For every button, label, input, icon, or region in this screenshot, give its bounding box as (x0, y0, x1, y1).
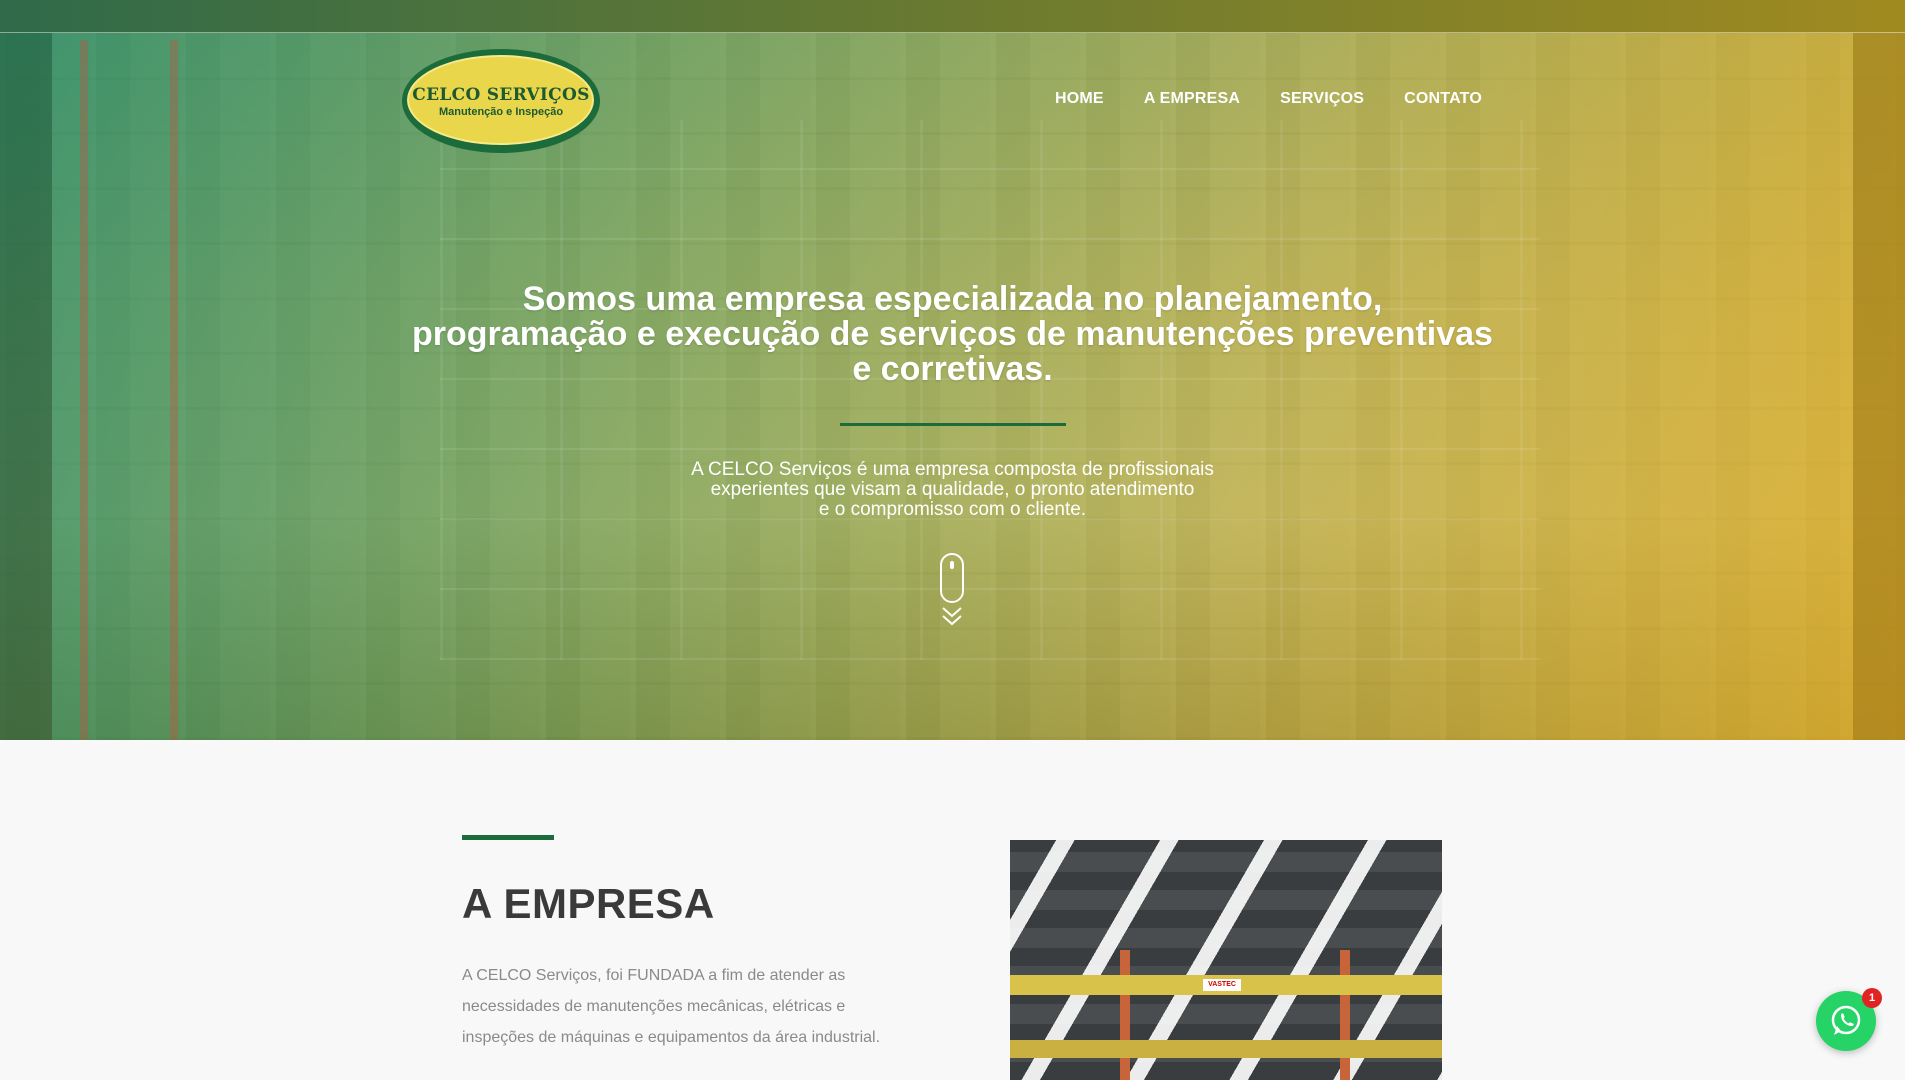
hero-subtitle-line: e o compromisso com o cliente. (818, 499, 1087, 520)
top-bar (0, 0, 1905, 33)
section-text-line: necessidades de manutenções mecânicas, e… (462, 998, 846, 1015)
hero-title-line: e corretivas. (852, 350, 1053, 388)
mouse-scroll-icon[interactable] (940, 553, 964, 603)
nav-item-a-empresa[interactable]: A EMPRESA (1144, 90, 1240, 108)
hero-banner: CELCO SERVIÇOS Manutenção e Inspeção HOM… (0, 0, 1905, 740)
hero-subtitle: A CELCO Serviços é uma empresa composta … (640, 460, 1265, 520)
photo-sign: VASTEC (1203, 979, 1241, 991)
factory-photo: VASTEC (1010, 840, 1442, 1080)
notification-badge: 1 (1862, 988, 1882, 1008)
nav-item-home[interactable]: HOME (1055, 90, 1104, 108)
hero-title: Somos uma empresa especializada no plane… (360, 282, 1545, 387)
photo-pillar (1340, 950, 1350, 1080)
ship-deck-background (440, 120, 1540, 660)
logo-title: CELCO SERVIÇOS (412, 85, 590, 105)
mouse-wheel (950, 561, 954, 569)
site-logo[interactable]: CELCO SERVIÇOS Manutenção e Inspeção (402, 49, 600, 153)
photo-crane-beam (1010, 1040, 1442, 1058)
hero-subtitle-line: experientes que visam a qualidade, o pro… (710, 479, 1195, 500)
nav-item-contato[interactable]: CONTATO (1404, 90, 1482, 108)
photo-pillar (1120, 950, 1130, 1080)
logo-subtitle: Manutenção e Inspeção (438, 106, 564, 118)
section-text-line: A CELCO Serviços, foi FUNDADA a fim de a… (462, 967, 846, 984)
whatsapp-icon (1831, 1005, 1861, 1035)
hero-frame-right (1853, 33, 1905, 740)
crane-decoration (80, 40, 88, 740)
hero-subtitle-line: A CELCO Serviços é uma empresa composta … (691, 459, 1214, 480)
section-text: A CELCO Serviços, foi FUNDADA a fim de a… (462, 960, 932, 1053)
chevron-down-double-icon[interactable] (938, 605, 966, 627)
crane-decoration (170, 40, 178, 740)
nav-item-servicos[interactable]: SERVIÇOS (1280, 90, 1364, 108)
hero-title-line: programação e execução de serviços de ma… (412, 315, 1493, 353)
hero-frame-left (0, 33, 52, 740)
hero-divider (840, 423, 1066, 426)
section-title: A EMPRESA (462, 880, 715, 927)
hero-title-line: Somos uma empresa especializada no plane… (522, 280, 1383, 318)
main-nav: HOME A EMPRESA SERVIÇOS CONTATO (1055, 90, 1482, 108)
section-text-line: inspeções de máquinas e equipamentos da … (462, 1029, 881, 1046)
section-accent-bar (462, 835, 554, 840)
